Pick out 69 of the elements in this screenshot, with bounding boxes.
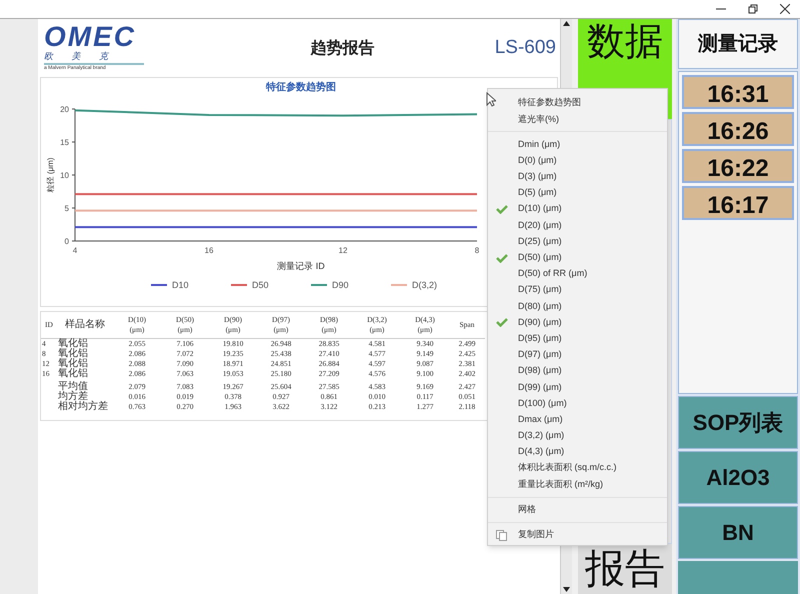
scroll-down-icon[interactable] — [563, 587, 570, 592]
scroll-up-icon[interactable] — [563, 21, 570, 26]
menu-item[interactable]: D(95) (μm) — [488, 330, 667, 347]
legend-label: D(3,2) — [412, 280, 438, 290]
model-number: LS-609 — [494, 36, 557, 60]
logo: OMEC — [44, 24, 137, 50]
menu-item[interactable]: D(100) (μm) — [488, 395, 667, 412]
menu-item[interactable]: 体积比表面积 (sq.m/c.c.) — [488, 460, 667, 476]
menu-item[interactable]: D(80) (μm) — [488, 298, 667, 314]
record-item[interactable]: 16:26 — [682, 112, 794, 146]
x-tick-label: 12 — [338, 246, 348, 255]
menu-item[interactable]: D(4,3) (μm) — [488, 444, 667, 460]
menu-item[interactable]: D(3,2) (μm) — [488, 428, 667, 444]
y-tick-label: 10 — [60, 171, 69, 180]
record-item[interactable]: 16:17 — [682, 186, 794, 220]
y-tick-label: 15 — [60, 138, 69, 147]
x-tick-label: 8 — [474, 246, 480, 255]
record-item[interactable]: 16:22 — [682, 149, 794, 183]
menu-item[interactable]: D(75) (μm) — [488, 282, 667, 298]
legend-label: D10 — [172, 280, 189, 290]
cursor-icon — [486, 92, 496, 107]
records-header: 测量记录 — [678, 19, 798, 69]
menu-item[interactable]: D(99) (μm) — [488, 379, 667, 396]
record-item[interactable]: 16:31 — [682, 75, 794, 109]
legend-label: D50 — [252, 280, 269, 290]
table-cell-text: 氧化铝 — [57, 359, 89, 369]
menu-item[interactable]: Dmax (μm) — [488, 412, 667, 428]
sample-button[interactable]: BN — [678, 506, 798, 559]
menu-item[interactable]: D(90) (μm) — [488, 314, 667, 331]
chart-title: 特征参数趋势图 — [266, 82, 336, 93]
y-tick-label: 0 — [64, 237, 69, 246]
y-tick-label: 20 — [60, 105, 69, 114]
copy-icon — [496, 530, 507, 541]
menu-item[interactable]: 重量比表面积 (m²/kg) — [488, 476, 667, 492]
legend-label: D90 — [332, 280, 349, 290]
table-cell-text: 相对均方差 — [57, 402, 109, 412]
column-header: 样品名称 — [57, 312, 113, 338]
logo-subtitle: 欧 美 克 — [44, 50, 144, 65]
menu-item[interactable]: D(0) (μm) — [488, 152, 667, 169]
table-cell-text: 氧化铝 — [57, 349, 89, 359]
menu-item[interactable]: D(97) (μm) — [488, 346, 667, 363]
menu-item[interactable]: D(50) of RR (μm) — [488, 266, 667, 282]
report-button[interactable]: 报告 — [578, 544, 672, 594]
status-text: 数据 — [587, 20, 663, 65]
close-icon[interactable] — [780, 4, 790, 14]
report-title: 趋势报告 — [309, 37, 376, 59]
menu-item[interactable]: D(20) (μm) — [488, 217, 667, 234]
sample-button[interactable]: SOP列表 — [678, 396, 798, 449]
y-tick-label: 5 — [64, 204, 69, 213]
table-cell-text: 氧化铝 — [57, 369, 89, 379]
x-tick-label: 4 — [72, 246, 78, 255]
menu-item[interactable]: 网格 — [488, 502, 667, 518]
table-cell-text: 平均值 — [57, 382, 89, 392]
table-cell: 均方差 — [57, 392, 113, 402]
menu-item[interactable]: 遮光率(%) — [488, 111, 667, 128]
menu-item[interactable]: D(98) (μm) — [488, 363, 667, 380]
x-tick-label: 16 — [204, 246, 214, 255]
table-cell: 氧化铝 — [57, 338, 113, 349]
restore-icon[interactable] — [748, 4, 758, 14]
y-axis-label: 粒径 (μm) — [46, 158, 55, 192]
x-axis-label: 测量记录 ID — [277, 261, 325, 271]
sample-button[interactable]: Al2O3 — [678, 451, 798, 504]
menu-item[interactable]: Dmin (μm) — [488, 136, 667, 153]
menu-item[interactable]: D(10) (μm) — [488, 201, 667, 218]
menu-item[interactable]: D(3) (μm) — [488, 168, 667, 185]
menu-item[interactable]: D(5) (μm) — [488, 184, 667, 202]
menu-item[interactable]: D(50) (μm) — [488, 250, 667, 266]
menu-item[interactable]: 复制图片 — [488, 526, 667, 543]
menu-item[interactable]: D(25) (μm) — [488, 234, 667, 250]
